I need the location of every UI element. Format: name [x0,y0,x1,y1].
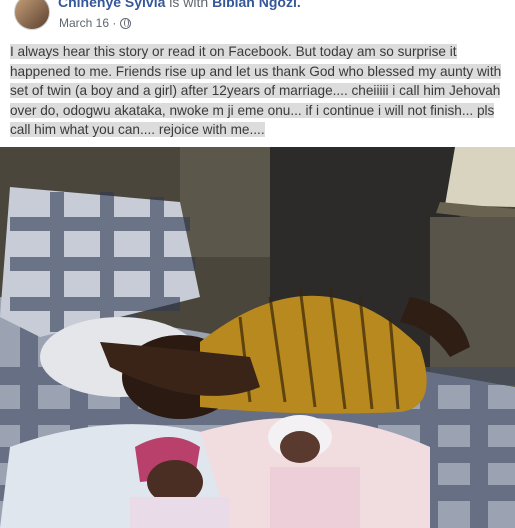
globe-icon [120,17,132,29]
post-date[interactable]: March 16 · [59,16,116,30]
photo-scene [0,147,515,528]
author-line: Chinenye Sylvia is with Bibian Ngozi. [58,0,301,10]
post-meta: March 16 · [59,16,132,30]
with-label: is with [165,0,213,10]
post-text: I always hear this story or read it on F… [10,42,506,140]
author-name[interactable]: Chinenye Sylvia [58,0,165,10]
tagged-friend[interactable]: Bibian Ngozi. [212,0,301,10]
post-photo[interactable] [0,147,515,528]
post-header: Chinenye Sylvia is with Bibian Ngozi. Ma… [0,0,515,36]
post-body: I always hear this story or read it on F… [10,44,502,138]
avatar[interactable] [14,0,50,30]
